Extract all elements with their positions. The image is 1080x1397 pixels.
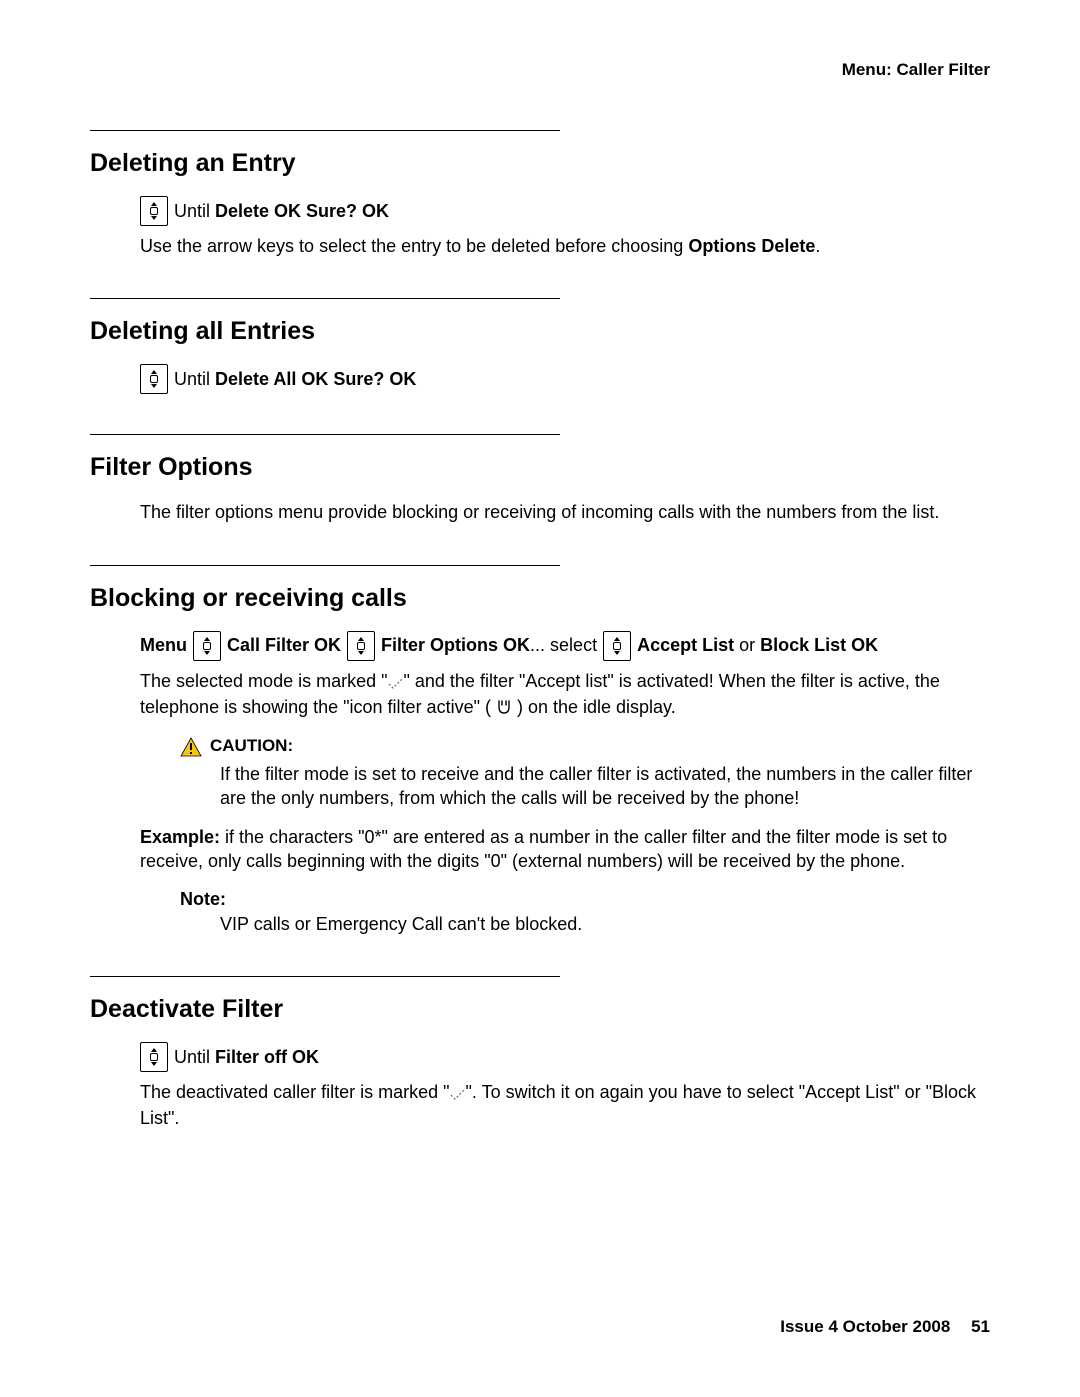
section-heading: Deleting all Entries — [90, 317, 990, 346]
example-paragraph: Example: if the characters "0*" are ente… — [140, 825, 990, 874]
section-divider — [90, 565, 560, 566]
paragraph: The deactivated caller filter is marked … — [140, 1080, 990, 1131]
page-number: 51 — [971, 1317, 990, 1336]
step-part: Block List OK — [760, 635, 878, 655]
section-heading: Filter Options — [90, 453, 990, 482]
nav-step: Menu Call Filter OK Filter Options OK...… — [140, 631, 990, 661]
section-divider — [90, 434, 560, 435]
nav-key-icon — [347, 631, 375, 661]
checkmark-dotted-icon — [450, 1082, 466, 1106]
breadcrumb: Menu: Caller Filter — [842, 60, 990, 79]
section-divider — [90, 130, 560, 131]
section-heading: Blocking or receiving calls — [90, 584, 990, 613]
nav-key-icon — [193, 631, 221, 661]
step-text: Until — [174, 369, 215, 389]
page: Menu: Caller Filter Deleting an Entry Un… — [0, 0, 1080, 1397]
note-block: Note: VIP calls or Emergency Call can't … — [180, 887, 990, 936]
example-label: Example: — [140, 827, 220, 847]
step-bold: Filter off OK — [215, 1047, 319, 1067]
note-text: VIP calls or Emergency Call can't be blo… — [220, 912, 990, 936]
step-part: Menu — [140, 633, 187, 657]
section-deleting-all: Deleting all Entries Until Delete All OK… — [90, 298, 990, 394]
filter-active-icon — [496, 697, 512, 721]
page-footer: Issue 4 October 2008 51 — [780, 1317, 990, 1337]
note-label: Note: — [180, 887, 990, 911]
section-divider — [90, 976, 560, 977]
step-part: ... select — [530, 635, 597, 655]
caution-text: If the filter mode is set to receive and… — [220, 762, 990, 811]
step-bold: Delete All OK Sure? OK — [215, 369, 416, 389]
page-header: Menu: Caller Filter — [90, 60, 990, 80]
caution-block: CAUTION: If the filter mode is set to re… — [180, 735, 990, 811]
step-text: Until — [174, 201, 215, 221]
section-deleting-entry: Deleting an Entry Until Delete OK Sure? … — [90, 130, 990, 258]
step-part: Accept List — [637, 635, 734, 655]
section-heading: Deleting an Entry — [90, 149, 990, 178]
section-divider — [90, 298, 560, 299]
section-blocking: Blocking or receiving calls Menu Call Fi… — [90, 565, 990, 936]
checkmark-dotted-icon — [388, 671, 404, 695]
nav-key-icon — [140, 364, 168, 394]
footer-issue: Issue 4 October 2008 — [780, 1317, 950, 1336]
nav-step: Until Filter off OK — [140, 1042, 990, 1072]
section-heading: Deactivate Filter — [90, 995, 990, 1024]
caution-label: CAUTION: — [210, 735, 293, 758]
step-part: Call Filter OK — [227, 633, 341, 657]
step-text: Until — [174, 1047, 215, 1067]
paragraph: The filter options menu provide blocking… — [140, 500, 990, 524]
step-part: Filter Options OK — [381, 635, 530, 655]
step-bold: Delete OK Sure? OK — [215, 201, 389, 221]
section-deactivate: Deactivate Filter Until Filter off OK Th… — [90, 976, 990, 1131]
nav-step: Until Delete OK Sure? OK — [140, 196, 990, 226]
caution-icon — [180, 737, 202, 757]
paragraph: The selected mode is marked "" and the f… — [140, 669, 990, 722]
section-filter-options: Filter Options The filter options menu p… — [90, 434, 990, 524]
nav-step: Until Delete All OK Sure? OK — [140, 364, 990, 394]
nav-key-icon — [603, 631, 631, 661]
nav-key-icon — [140, 1042, 168, 1072]
paragraph: Use the arrow keys to select the entry t… — [140, 234, 990, 258]
step-part: or — [734, 635, 760, 655]
nav-key-icon — [140, 196, 168, 226]
